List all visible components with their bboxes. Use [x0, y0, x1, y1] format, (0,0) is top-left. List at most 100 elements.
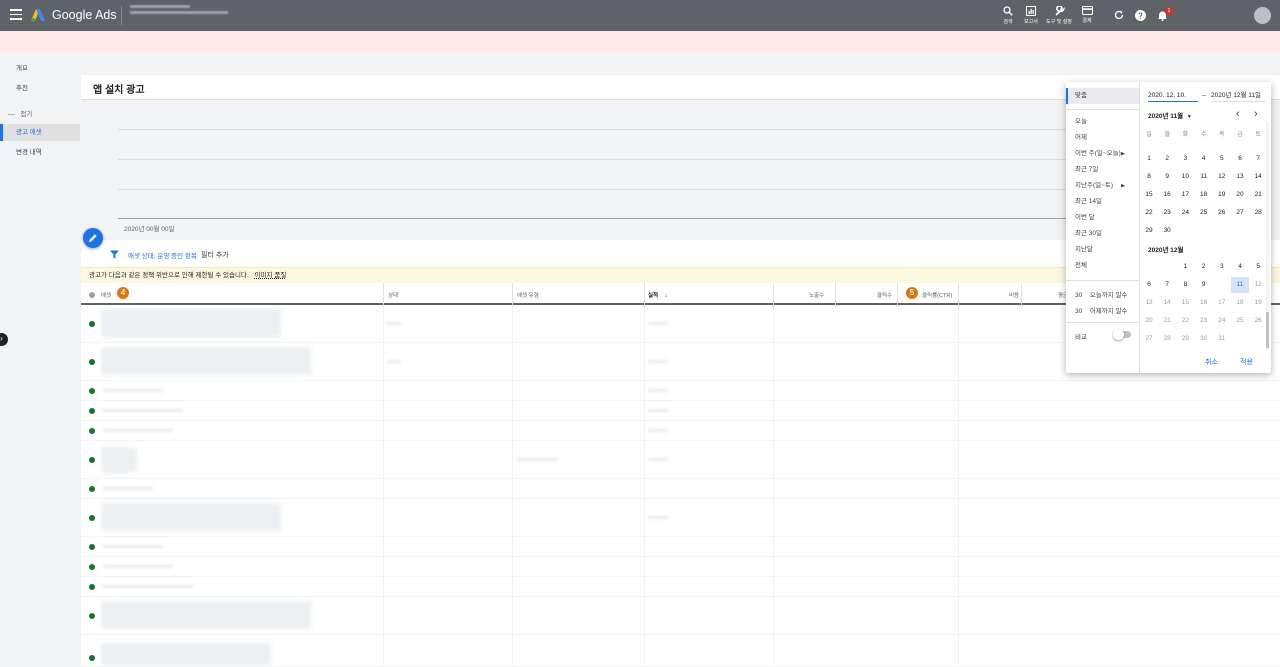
prev-month-button[interactable]: ‹	[1236, 108, 1240, 120]
end-date-input[interactable]: 2020년 12월 11일	[1211, 89, 1265, 102]
calendar-day[interactable]: 27	[1140, 331, 1158, 347]
sidebar-item-change-history[interactable]: 변경 내역	[0, 144, 80, 161]
calendar-day[interactable]: 13	[1231, 169, 1249, 185]
calendar-day[interactable]: 10	[1176, 169, 1194, 185]
sidebar-item-overview[interactable]: 개요	[0, 60, 80, 77]
add-filter-button[interactable]: 필터 추가	[201, 250, 229, 260]
table-row[interactable]	[81, 499, 1280, 537]
asset-thumbnail[interactable]	[101, 347, 311, 375]
calendar-day[interactable]: 1	[1176, 259, 1194, 275]
asset-thumbnail[interactable]	[101, 309, 281, 337]
calendar-day[interactable]: 28	[1249, 205, 1267, 221]
calendar-day[interactable]: 19	[1213, 187, 1231, 203]
calendar-day[interactable]: 24	[1176, 205, 1194, 221]
preset-custom[interactable]: 맞춤	[1066, 88, 1139, 104]
table-row[interactable]	[81, 441, 1280, 479]
preset-last-month[interactable]: 지난달	[1066, 242, 1139, 258]
menu-icon[interactable]	[10, 9, 22, 21]
preset-last-week[interactable]: 지난주(일~토) ▶	[1066, 178, 1139, 194]
col-asset[interactable]: 애셋	[101, 291, 111, 299]
calendar-day[interactable]: 14	[1249, 169, 1267, 185]
calendar-day[interactable]: 13	[1140, 295, 1158, 311]
cancel-button[interactable]: 취소	[1205, 357, 1218, 367]
calendar-day[interactable]: 6	[1231, 151, 1249, 167]
calendar-day[interactable]: 5	[1249, 259, 1267, 275]
calendar-day[interactable]: 26	[1213, 205, 1231, 221]
calendar-day[interactable]: 27	[1231, 205, 1249, 221]
col-asset-type[interactable]: 애셋 유형	[517, 291, 539, 299]
calendar-day[interactable]: 18	[1231, 295, 1249, 311]
calendar-day[interactable]: 16	[1195, 295, 1213, 311]
apply-button[interactable]: 적용	[1240, 357, 1253, 367]
calendar-day[interactable]: 20	[1231, 187, 1249, 203]
preset-this-month[interactable]: 이번 달	[1066, 210, 1139, 226]
calendar-day[interactable]: 20	[1140, 313, 1158, 329]
table-row[interactable]	[81, 421, 1280, 441]
reports-tool[interactable]: 보고서	[1022, 6, 1040, 25]
calendar-day[interactable]: 18	[1195, 187, 1213, 203]
preset-last-30-days[interactable]: 최근 30일	[1066, 226, 1139, 242]
calendar-day[interactable]: 19	[1249, 295, 1267, 311]
days-until-today-row[interactable]: 30 오늘까지 일수	[1075, 289, 1128, 299]
calendar-day[interactable]: 6	[1140, 277, 1158, 293]
compare-toggle[interactable]	[1113, 329, 1131, 340]
table-row[interactable]	[81, 577, 1280, 597]
days-until-yesterday-row[interactable]: 30 어제까지 일수	[1075, 305, 1128, 315]
calendar-day[interactable]: 2	[1158, 151, 1176, 167]
calendar-day[interactable]: 12	[1249, 277, 1267, 293]
calendar-day[interactable]: 17	[1176, 187, 1194, 203]
preset-today[interactable]: 오늘	[1066, 114, 1139, 130]
calendar-day[interactable]: 15	[1176, 295, 1194, 311]
calendar-day[interactable]: 15	[1140, 187, 1158, 203]
calendar-day[interactable]: 22	[1176, 313, 1194, 329]
col-impressions[interactable]: 노출수	[809, 291, 824, 299]
calendar-day[interactable]: 9	[1195, 277, 1213, 293]
calendar-day[interactable]: 12	[1213, 169, 1231, 185]
calendar-day[interactable]: 8	[1140, 169, 1158, 185]
sidebar-collapse-toggle[interactable]: — 접기	[8, 108, 32, 118]
calendar-day[interactable]: 4	[1231, 259, 1249, 275]
avatar[interactable]	[1254, 7, 1271, 24]
calendar-day[interactable]: 9	[1158, 169, 1176, 185]
calendar-day[interactable]: 29	[1176, 331, 1194, 347]
calendar-day[interactable]: 11	[1231, 277, 1249, 293]
start-date-input[interactable]: 2020. 12. 10.	[1148, 89, 1198, 102]
asset-status-filter-chip[interactable]: 애셋 상태: 운영 중인 항목	[128, 250, 197, 260]
col-status[interactable]: 상태	[388, 291, 398, 299]
calendar-day[interactable]: 10	[1213, 277, 1231, 293]
calendar-day[interactable]: 25	[1231, 313, 1249, 329]
search-tool[interactable]: 검색	[1001, 6, 1015, 25]
calendar-day[interactable]: 7	[1249, 151, 1267, 167]
preset-last-7-days[interactable]: 최근 7일	[1066, 162, 1139, 178]
asset-thumbnail[interactable]	[101, 447, 137, 473]
table-row[interactable]	[81, 635, 1280, 667]
calendar-day[interactable]: 3	[1176, 151, 1194, 167]
table-row[interactable]	[81, 537, 1280, 557]
col-performance[interactable]: 실적 ↓	[648, 291, 667, 299]
calendar-day[interactable]: 21	[1249, 187, 1267, 203]
col-cost[interactable]: 비용	[1009, 291, 1019, 299]
calendar-day[interactable]: 2	[1195, 259, 1213, 275]
calendar-day[interactable]: 30	[1158, 223, 1176, 239]
calendar-day[interactable]: 25	[1195, 205, 1213, 221]
calendar-day[interactable]: 24	[1213, 313, 1231, 329]
calendar-day[interactable]: 4	[1195, 151, 1213, 167]
refresh-icon[interactable]	[1114, 10, 1124, 20]
calendar-day[interactable]: 31	[1213, 331, 1231, 347]
asset-thumbnail[interactable]	[101, 601, 311, 629]
calendar-day[interactable]: 30	[1195, 331, 1213, 347]
col-clicks[interactable]: 클릭수	[877, 291, 892, 299]
sidebar-item-ad-assets[interactable]: 광고 애셋	[0, 124, 80, 141]
calendar-day[interactable]: 23	[1195, 313, 1213, 329]
account-info[interactable]	[130, 5, 240, 14]
status-filter-dot[interactable]	[89, 292, 95, 298]
table-row[interactable]	[81, 597, 1280, 635]
preset-all-time[interactable]: 전체	[1066, 258, 1139, 274]
calendar-day[interactable]: 23	[1158, 205, 1176, 221]
preset-this-week[interactable]: 이번 주(일~오늘) ▶	[1066, 146, 1139, 162]
next-month-button[interactable]: ›	[1254, 108, 1258, 120]
help-icon[interactable]: ?	[1135, 10, 1146, 21]
table-row[interactable]	[81, 557, 1280, 577]
filter-icon[interactable]	[110, 250, 119, 259]
calendar-day[interactable]: 26	[1249, 313, 1267, 329]
